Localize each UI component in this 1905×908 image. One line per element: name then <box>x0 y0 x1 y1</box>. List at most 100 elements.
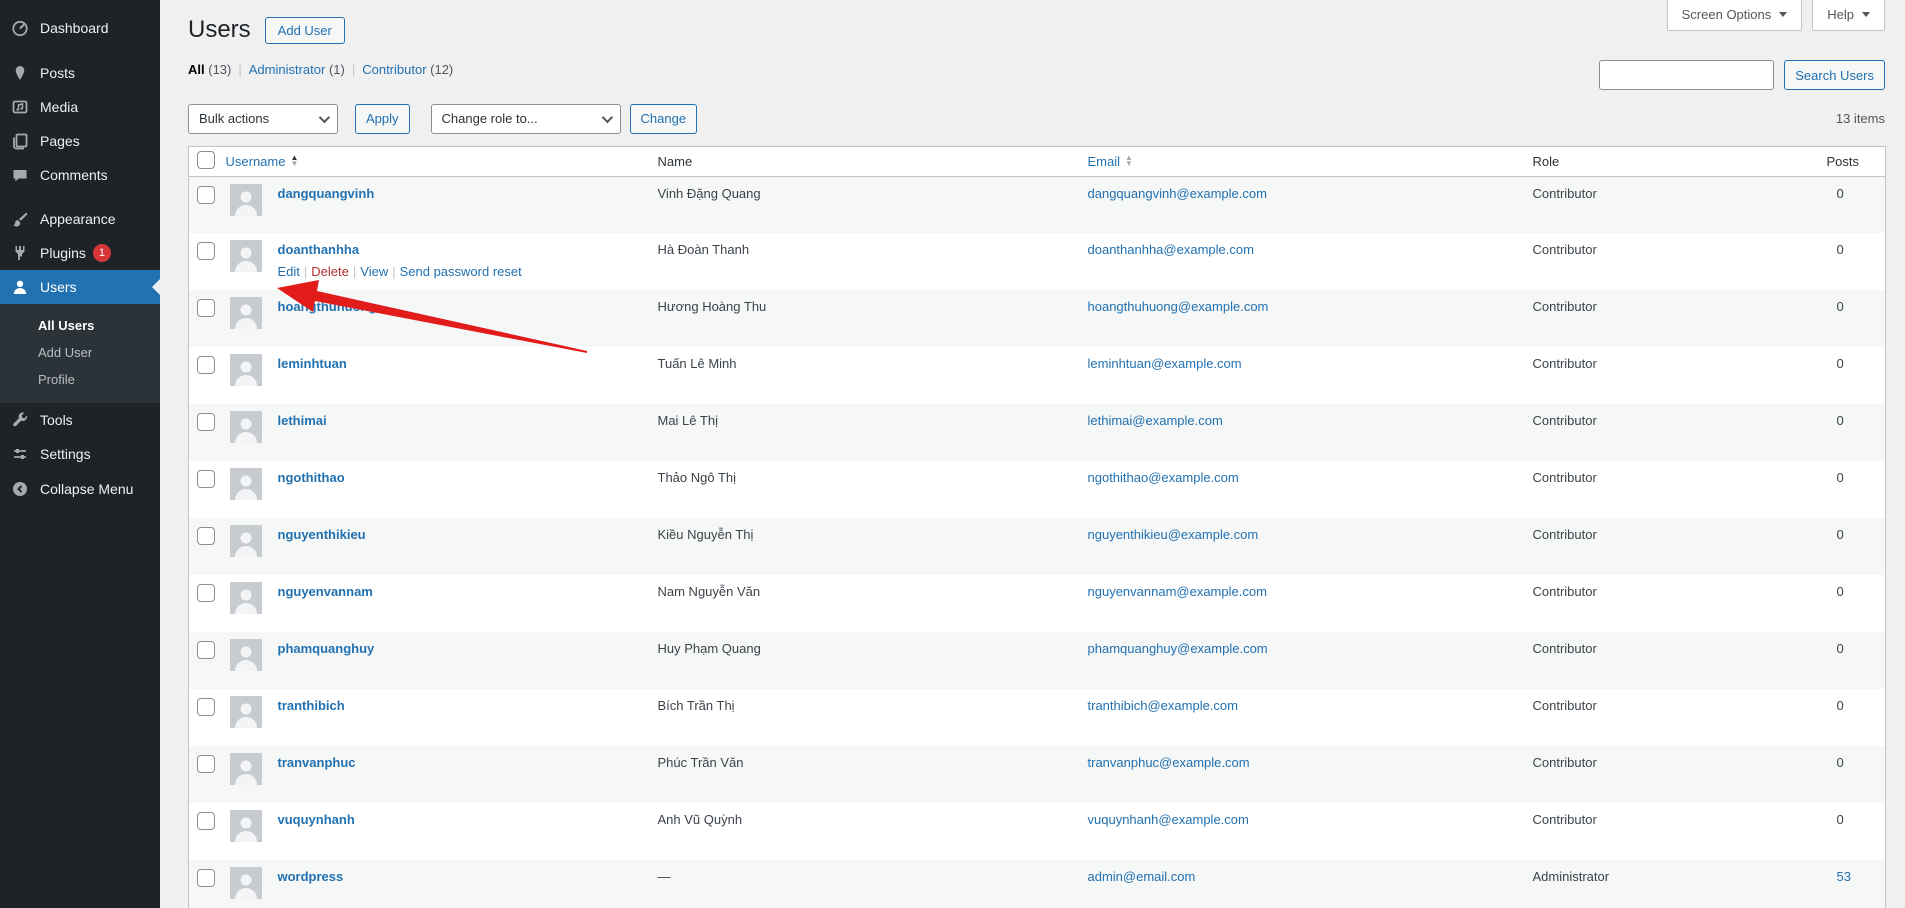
username-link[interactable]: ngothithao <box>278 470 345 485</box>
user-row-phamquanghuy: phamquanghuy Huy Phạm Quang phamquanghuy@e… <box>188 632 1886 690</box>
sidebar-item-tools[interactable]: Tools <box>0 403 160 437</box>
filter-contributor[interactable]: Contributor <box>362 62 426 77</box>
help-button[interactable]: Help <box>1812 0 1885 31</box>
table-header-row: Username ▲ ▼ Name Email ▲ ▼ Role Posts <box>188 146 1886 177</box>
row-checkbox[interactable] <box>197 185 215 204</box>
add-user-button[interactable]: Add User <box>264 16 345 44</box>
change-role-value: Change role to... <box>441 111 538 127</box>
update-count-badge: 1 <box>92 244 111 262</box>
delete-action-link[interactable]: Delete <box>311 264 349 279</box>
username-link[interactable]: lethimai <box>278 413 327 428</box>
username-link[interactable]: tranvanphuc <box>278 755 356 770</box>
user-role: Contributor <box>1532 584 1597 600</box>
row-checkbox[interactable] <box>197 413 215 432</box>
user-posts-count[interactable]: 0 <box>1837 186 1844 201</box>
chevron-down-icon <box>318 111 331 124</box>
filter-administrator[interactable]: Administrator <box>249 62 326 77</box>
user-email-link[interactable]: vuquynhanh@example.com <box>1088 812 1249 827</box>
username-link[interactable]: phamquanghuy <box>278 641 375 656</box>
row-checkbox[interactable] <box>197 812 215 831</box>
sidebar-item-collapse-menu[interactable]: Collapse Menu <box>0 472 160 506</box>
filter-all[interactable]: All <box>188 62 205 77</box>
select-all-checkbox[interactable] <box>197 150 215 169</box>
sidebar-item-media[interactable]: Media <box>0 90 160 124</box>
username-link[interactable]: vuquynhanh <box>278 812 355 827</box>
username-link[interactable]: wordpress <box>278 869 344 884</box>
user-posts-count[interactable]: 0 <box>1837 470 1844 485</box>
row-checkbox[interactable] <box>197 242 215 261</box>
user-posts-count[interactable]: 0 <box>1837 242 1844 257</box>
row-checkbox[interactable] <box>197 299 215 318</box>
row-checkbox[interactable] <box>197 698 215 717</box>
user-email-link[interactable]: hoangthuhuong@example.com <box>1088 299 1269 314</box>
sidebar-item-comments[interactable]: Comments <box>0 158 160 192</box>
username-link[interactable]: nguyenvannam <box>278 584 373 599</box>
search-users-button[interactable]: Search Users <box>1784 60 1885 90</box>
sidebar-item-posts[interactable]: Posts <box>0 56 160 90</box>
user-row-nguyenthikieu: nguyenthikieu Kiều Nguyễn Thị nguyenthikie… <box>188 518 1886 576</box>
user-row-lethimai: lethimai Mai Lê Thị lethimai@example.com Co… <box>188 404 1886 462</box>
bulk-actions-select[interactable]: Bulk actions <box>188 103 338 134</box>
user-posts-count[interactable]: 53 <box>1837 869 1851 884</box>
sidebar-item-pages[interactable]: Pages <box>0 124 160 158</box>
row-checkbox[interactable] <box>197 470 215 489</box>
user-posts-count[interactable]: 0 <box>1837 641 1844 656</box>
sort-by-email[interactable]: Email ▲ ▼ <box>1088 154 1133 169</box>
user-email-link[interactable]: nguyenthikieu@example.com <box>1088 527 1259 542</box>
sidebar-item-plugins[interactable]: Plugins 1 <box>0 236 160 270</box>
submenu-item-add-user[interactable]: Add User <box>0 339 160 366</box>
edit-action-link[interactable]: Edit <box>278 264 300 279</box>
row-checkbox[interactable] <box>197 641 215 660</box>
user-posts-count[interactable]: 0 <box>1837 698 1844 713</box>
filter-separator: | <box>238 61 242 77</box>
submenu-item-all-users[interactable]: All Users <box>0 312 160 339</box>
user-posts-count[interactable]: 0 <box>1837 812 1844 827</box>
user-email-link[interactable]: tranvanphuc@example.com <box>1088 755 1250 770</box>
username-link[interactable]: doanthanhha <box>278 242 360 257</box>
user-avatar <box>229 639 262 672</box>
username-link[interactable]: hoangthuhuong <box>278 299 377 314</box>
user-posts-count[interactable]: 0 <box>1837 413 1844 428</box>
username-link[interactable]: leminhtuan <box>278 356 347 371</box>
user-email-link[interactable]: nguyenvannam@example.com <box>1088 584 1267 599</box>
change-button[interactable]: Change <box>629 103 698 134</box>
user-email-link[interactable]: dangquangvinh@example.com <box>1088 186 1267 201</box>
reset-action-link[interactable]: Send password reset <box>400 264 522 279</box>
search-users-input[interactable] <box>1599 60 1775 90</box>
sidebar-item-label: Settings <box>40 446 91 462</box>
row-checkbox[interactable] <box>197 356 215 375</box>
screen-options-button[interactable]: Screen Options <box>1666 0 1803 31</box>
sort-by-username[interactable]: Username ▲ ▼ <box>226 154 299 169</box>
user-email-link[interactable]: tranthibich@example.com <box>1088 698 1238 713</box>
user-posts-count[interactable]: 0 <box>1837 356 1844 371</box>
user-posts-count[interactable]: 0 <box>1837 527 1844 542</box>
user-email-link[interactable]: leminhtuan@example.com <box>1088 356 1242 371</box>
row-checkbox[interactable] <box>197 755 215 774</box>
view-action-link[interactable]: View <box>360 264 388 279</box>
user-email-link[interactable]: phamquanghuy@example.com <box>1088 641 1268 656</box>
user-email-link[interactable]: ngothithao@example.com <box>1088 470 1239 485</box>
change-role-select[interactable]: Change role to... <box>430 103 621 134</box>
user-email-link[interactable]: doanthanhha@example.com <box>1088 242 1254 257</box>
apply-button[interactable]: Apply <box>355 103 410 134</box>
sidebar-item-users[interactable]: Users <box>0 270 160 304</box>
user-posts-count[interactable]: 0 <box>1837 755 1844 770</box>
sidebar-item-appearance[interactable]: Appearance <box>0 202 160 236</box>
sidebar-item-settings[interactable]: Settings <box>0 437 160 471</box>
sidebar-item-dashboard[interactable]: Dashboard <box>0 11 160 45</box>
username-link[interactable]: dangquangvinh <box>278 186 375 201</box>
chevron-down-icon <box>1862 12 1870 17</box>
user-posts-count[interactable]: 0 <box>1837 299 1844 314</box>
username-link[interactable]: nguyenthikieu <box>278 527 366 542</box>
row-checkbox[interactable] <box>197 527 215 546</box>
user-email-link[interactable]: lethimai@example.com <box>1088 413 1223 428</box>
user-avatar <box>229 411 262 444</box>
user-posts-count[interactable]: 0 <box>1837 584 1844 599</box>
submenu-item-profile[interactable]: Profile <box>0 366 160 393</box>
user-role: Contributor <box>1532 299 1597 315</box>
username-link[interactable]: tranthibich <box>278 698 345 713</box>
user-email-link[interactable]: admin@email.com <box>1088 869 1196 884</box>
row-checkbox[interactable] <box>197 869 215 888</box>
user-avatar <box>229 297 262 330</box>
row-checkbox[interactable] <box>197 584 215 603</box>
